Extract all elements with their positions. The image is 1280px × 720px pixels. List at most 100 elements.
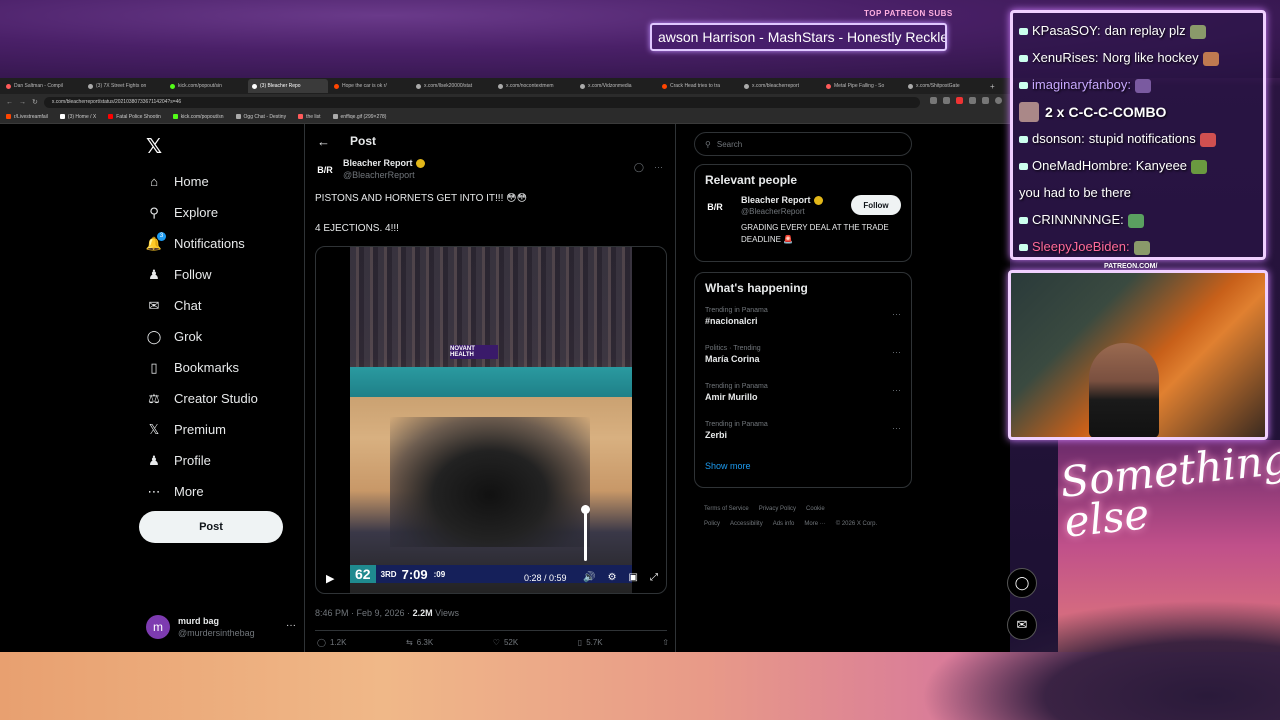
tweet-handle[interactable]: @BleacherReport: [343, 170, 425, 180]
more-icon[interactable]: ···: [654, 162, 663, 173]
sidebar-item-profile[interactable]: ♟ Profile: [146, 445, 258, 476]
volume-knob[interactable]: [581, 505, 590, 514]
chat-text: Kanyeee: [1135, 158, 1188, 173]
browser-tab[interactable]: Dan Saltman - Compil: [2, 79, 82, 93]
follow-button[interactable]: Follow: [851, 195, 901, 215]
forward-nav-icon[interactable]: →: [19, 99, 26, 106]
footer-link[interactable]: Ads info: [773, 521, 795, 527]
extension-icon[interactable]: [956, 97, 963, 104]
bookmark-item[interactable]: (3) Home / X: [59, 114, 96, 120]
browser-tab[interactable]: Hope the car is ok r/: [330, 79, 410, 93]
x-logo-icon[interactable]: 𝕏: [146, 134, 162, 158]
bookmark-item[interactable]: r/Livestreamfail: [6, 114, 48, 120]
tweet-author[interactable]: Bleacher Report: [343, 158, 425, 168]
browser-tab[interactable]: x.com/llsek20000/stat: [412, 79, 492, 93]
volume-slider[interactable]: [581, 505, 590, 561]
reply-icon: ◯: [317, 638, 326, 647]
new-tab-icon[interactable]: +: [990, 82, 995, 91]
footer-link[interactable]: Accessibility: [730, 521, 763, 527]
fullscreen-icon[interactable]: ⤢: [650, 572, 658, 583]
sidebar-item-chat[interactable]: ✉ Chat: [146, 290, 258, 321]
sidebar-item-more[interactable]: ⋯ More: [146, 476, 258, 507]
video-player[interactable]: NOVANT HEALTH 62 3RD 7:09 :09 ▶ 0:28 / 0…: [315, 246, 667, 594]
browser-tab[interactable]: x.com/nocontextmem: [494, 79, 574, 93]
browser-tab[interactable]: x.com/bleacherreport: [740, 79, 820, 93]
back-nav-icon[interactable]: ←: [6, 99, 13, 106]
emote-icon: [1199, 132, 1216, 147]
sidebar-item-follow[interactable]: ♟ Follow: [146, 259, 258, 290]
footer-link[interactable]: Terms of Service: [704, 506, 749, 512]
play-icon[interactable]: ▶: [326, 572, 334, 585]
footer-link[interactable]: Privacy Policy: [759, 506, 796, 512]
browser-tab[interactable]: x.com/ShitpostGate: [904, 79, 984, 93]
browser-tab[interactable]: Metal Pipe Falling - So: [822, 79, 902, 93]
chat-username[interactable]: SleepyJoeBiden:: [1032, 239, 1130, 254]
grok-float-button[interactable]: ◯: [1007, 568, 1037, 598]
show-more-link[interactable]: Show more: [695, 455, 911, 481]
sidebar-item-explore[interactable]: ⚲ Explore: [146, 197, 258, 228]
chat-username[interactable]: XenuRises:: [1032, 50, 1098, 65]
chat-username[interactable]: OneMadHombre:: [1032, 158, 1132, 173]
extension-icon[interactable]: [982, 97, 989, 104]
more-icon[interactable]: ···: [892, 309, 901, 319]
bookmark-item[interactable]: Fatal Police Shootin: [108, 114, 161, 120]
more-icon[interactable]: ···: [892, 423, 901, 433]
extension-icon[interactable]: [969, 97, 976, 104]
back-arrow-icon[interactable]: ←: [317, 134, 330, 149]
trend-item[interactable]: Politics · Trending María Corina ···: [695, 341, 911, 379]
reply-button[interactable]: ◯ 1.2K: [317, 638, 346, 647]
author-avatar[interactable]: B/R: [315, 160, 335, 180]
chat-message: imaginaryfanboy:: [1019, 71, 1257, 98]
more-icon[interactable]: ···: [286, 620, 296, 631]
extension-icon[interactable]: [930, 97, 937, 104]
profile-icon[interactable]: [995, 97, 1002, 104]
bookmark-item[interactable]: Ogg Chat - Destiny: [235, 114, 286, 120]
more-icon[interactable]: ···: [892, 385, 901, 395]
footer-link[interactable]: More ···: [804, 521, 825, 527]
browser-tab[interactable]: (3) 7X Street Fights on: [84, 79, 164, 93]
sidebar-item-bookmarks[interactable]: ▯ Bookmarks: [146, 352, 258, 383]
bookmark-item[interactable]: the list: [298, 113, 321, 120]
post-button[interactable]: Post: [139, 511, 283, 543]
account-switcher[interactable]: m murd bag @murdersinthebag ···: [146, 612, 296, 642]
trend-item[interactable]: Trending in Panama Zerbi ···: [695, 417, 911, 455]
bookmark-item[interactable]: kick.com/popout/sn: [172, 114, 224, 120]
video-frame[interactable]: NOVANT HEALTH 62 3RD 7:09 :09: [350, 247, 632, 593]
browser-tab[interactable]: x.com/Vidzonmedia: [576, 79, 656, 93]
bookmark-item[interactable]: enffiqe.gif (299×278): [332, 114, 386, 120]
repost-button[interactable]: ⇆ 6.3K: [406, 638, 433, 647]
share-button[interactable]: ⇧: [662, 638, 669, 647]
search-input[interactable]: ⚲ Search: [694, 132, 912, 156]
extension-icon[interactable]: [943, 97, 950, 104]
sidebar-item-grok[interactable]: ◯ Grok: [146, 321, 258, 352]
tweet-timestamp[interactable]: 8:46 PM · Feb 9, 2026 ·: [315, 608, 410, 618]
volume-icon[interactable]: 🔊: [583, 572, 595, 583]
settings-icon[interactable]: ⚙: [608, 572, 617, 583]
like-button[interactable]: ♡ 52K: [493, 638, 518, 647]
footer-link[interactable]: © 2026 X Corp.: [836, 521, 877, 527]
browser-tab[interactable]: Crack Head tries to tra: [658, 79, 738, 93]
browser-tab[interactable]: kick.com/popout/sin: [166, 79, 246, 93]
grok-icon[interactable]: ◯: [634, 162, 644, 173]
bookmark-button[interactable]: ▯ 5.7K: [578, 638, 603, 647]
reload-icon[interactable]: ↻: [32, 98, 38, 106]
trend-item[interactable]: Trending in Panama #nacionalcri ···: [695, 303, 911, 341]
sidebar-item-premium[interactable]: 𝕏 Premium: [146, 414, 258, 445]
messages-float-button[interactable]: ✉: [1007, 610, 1037, 640]
bookmark-label: the list: [306, 113, 321, 120]
sidebar-item-notifications[interactable]: 🔔 3 Notifications: [146, 228, 258, 259]
chat-username[interactable]: CRINNNNNGE:: [1032, 212, 1124, 227]
chat-username[interactable]: imaginaryfanboy:: [1032, 77, 1131, 92]
more-icon[interactable]: ···: [892, 347, 901, 357]
relevant-person[interactable]: B/R Bleacher Report @BleacherReport GRAD…: [695, 195, 911, 254]
chat-username[interactable]: dsonson:: [1032, 131, 1085, 146]
pip-icon[interactable]: ▣: [629, 572, 638, 583]
url-input[interactable]: x.com/bleacherreport/status/202103807336…: [43, 96, 920, 108]
chat-username[interactable]: KPasaSOY:: [1032, 23, 1101, 38]
browser-tab[interactable]: (3) Bleacher Repo: [248, 79, 328, 93]
trend-context: Trending in Panama: [705, 383, 768, 390]
sidebar-item-home[interactable]: ⌂ Home: [146, 166, 258, 197]
sidebar-item-creator-studio[interactable]: ⚖ Creator Studio: [146, 383, 258, 414]
trend-item[interactable]: Trending in Panama Amir Murillo ···: [695, 379, 911, 417]
account-handle: @murdersinthebag: [178, 628, 255, 638]
